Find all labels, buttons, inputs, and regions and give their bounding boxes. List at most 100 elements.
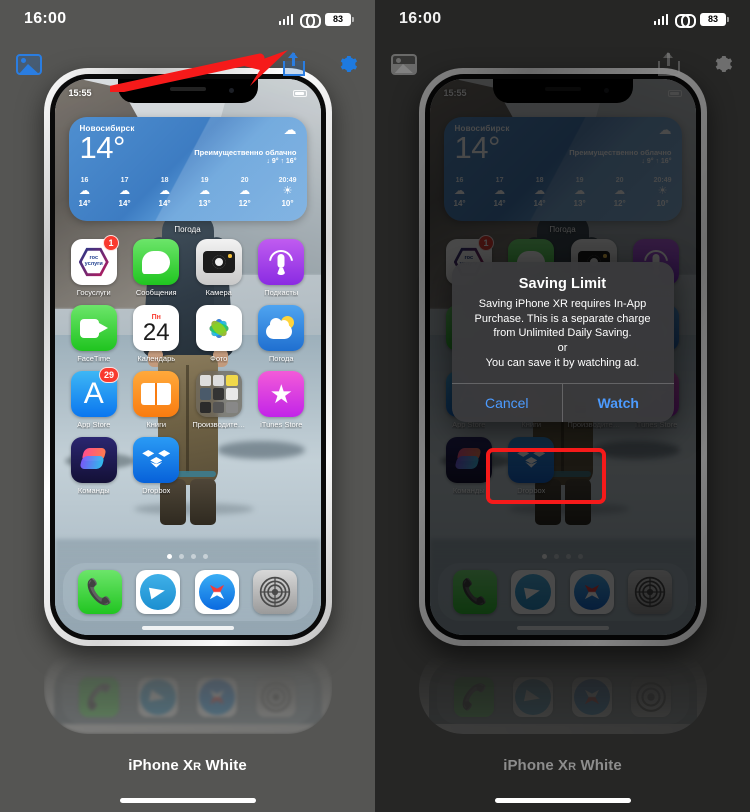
reflection-settings-icon <box>256 677 296 717</box>
dialog-message-line: You can save it by watching ad. <box>485 356 640 369</box>
phone-device-preview[interactable]: 15:55 Новосибирск 14° ☁ Преимущественно … <box>43 68 332 646</box>
hour-time: 20:49 <box>278 177 297 184</box>
podcasts-icon <box>258 239 305 285</box>
panel-left: 16:00 83 📞 15:55 Новосибирск 14° ☁ Преим… <box>0 0 375 812</box>
app-photos[interactable]: Фото <box>188 305 251 363</box>
calendar-icon: Пн 24 <box>133 305 180 351</box>
device-caption: iPhone XR White <box>0 757 375 774</box>
battery-icon: 83 <box>700 12 729 26</box>
app-messages[interactable]: Сообщения <box>125 239 188 297</box>
hour-time: 16 <box>80 177 89 184</box>
settings-gear-icon[interactable] <box>710 52 734 76</box>
app-folder-productivity[interactable]: Производите… <box>188 371 251 429</box>
battery-percent: 83 <box>707 13 718 24</box>
hour-time: 19 <box>200 177 209 184</box>
hour-icon: ☁ <box>239 185 251 197</box>
dialog-message: Saving iPhone XR requires In-App Purchas… <box>465 297 661 370</box>
status-time: 16:00 <box>399 10 442 27</box>
photo-library-icon[interactable] <box>391 53 417 75</box>
hour-cell: 16 ☁ 14° <box>79 177 91 208</box>
facetime-icon <box>70 305 117 351</box>
folder-icon <box>195 371 242 417</box>
safari-icon[interactable] <box>194 570 239 614</box>
device-status-bar: 16:00 83 <box>0 0 375 38</box>
itunes-store-icon: ★ <box>258 371 305 417</box>
weather-widget-label: Погода <box>174 225 201 234</box>
photos-icon <box>195 305 242 351</box>
books-icon <box>133 371 180 417</box>
app-itunes-store[interactable]: ★ iTunes Store <box>250 371 313 429</box>
weather-widget[interactable]: Новосибирск 14° ☁ Преимущественно облачн… <box>68 117 307 221</box>
caption-suffix: White <box>201 757 247 774</box>
app-calendar[interactable]: Пн 24 Календарь <box>125 305 188 363</box>
signal-bars-icon <box>278 13 293 25</box>
app-label: Госуслуги <box>76 288 111 297</box>
weather-hourly-row: 16 ☁ 14° 17 ☁ 14° 18 ☁ 14° 19 ☁ 13° 20 ☁… <box>69 177 307 214</box>
reflection-safari-icon <box>572 677 612 717</box>
hour-cell: 17 ☁ 14° <box>119 177 131 208</box>
phone-home-indicator <box>141 626 234 630</box>
telegram-icon[interactable] <box>136 570 181 614</box>
status-time: 16:00 <box>24 10 67 27</box>
dialog-message-line: Purchase. This is a separate charge <box>474 312 651 325</box>
system-home-indicator <box>119 798 256 803</box>
toolbar-right-group <box>658 52 734 76</box>
vpn-link-icon <box>675 13 696 28</box>
panel-right: 16:00 83 📞 15:55 Новосибирск 14° ☁ Преим… <box>375 0 750 812</box>
app-facetime[interactable]: FaceTime <box>63 305 126 363</box>
dialog-body: Saving Limit Saving iPhone XR requires I… <box>452 262 674 383</box>
app-app-store[interactable]: A 29 App Store <box>63 367 126 429</box>
app-books[interactable]: Книги <box>125 371 188 429</box>
battery-icon: 83 <box>325 12 354 26</box>
caption-text: iPhone X <box>128 757 194 774</box>
device-status-bar: 16:00 83 <box>375 0 750 38</box>
camera-icon <box>195 239 242 285</box>
hour-time: 17 <box>120 177 129 184</box>
caption-subscript: R <box>193 761 202 773</box>
app-camera[interactable]: Камера <box>188 239 251 297</box>
app-toolbar <box>375 44 750 84</box>
caption-suffix: White <box>576 757 622 774</box>
cancel-button[interactable]: Cancel <box>452 384 563 422</box>
app-gosuslugi[interactable]: госуслуги 1 Госуслуги <box>63 235 126 297</box>
hour-temp: 13° <box>198 199 211 208</box>
badge-count: 29 <box>98 367 119 383</box>
settings-icon[interactable] <box>253 570 298 614</box>
weather-condition: Преимущественно облачно <box>194 148 297 157</box>
battery-percent: 83 <box>332 13 343 24</box>
red-arrow-pointing-to-save-icon <box>110 50 288 92</box>
app-label: Погода <box>268 354 294 363</box>
watch-button[interactable]: Watch <box>562 384 674 423</box>
dialog-message-line: from Unlimited Daily Saving. <box>493 327 632 340</box>
app-podcasts[interactable]: Подкасты <box>250 239 313 297</box>
hour-time: 18 <box>160 177 169 184</box>
app-label: Dropbox <box>142 486 171 495</box>
phone-icon[interactable]: 📞 <box>77 570 122 614</box>
app-weather[interactable]: Погода <box>250 305 313 363</box>
app-label: Команды <box>77 486 110 495</box>
hour-icon: ☁ <box>159 185 171 197</box>
hour-icon: ☁ <box>79 185 91 197</box>
settings-gear-icon[interactable] <box>335 52 359 76</box>
app-label: Книги <box>146 420 167 429</box>
hour-temp: 12° <box>238 199 251 208</box>
app-label: Календарь <box>137 354 176 363</box>
hour-temp: 14° <box>158 199 171 208</box>
page-dots[interactable] <box>55 554 321 559</box>
app-shortcuts[interactable]: Команды <box>63 437 126 495</box>
hour-icon: ☀ <box>282 185 293 197</box>
hour-cell: 20 ☁ 12° <box>239 177 251 208</box>
dual-panel-screenshot: 16:00 83 📞 15:55 Новосибирск 14° ☁ Преим… <box>0 0 750 812</box>
save-upload-icon[interactable] <box>658 52 680 76</box>
dropbox-icon <box>133 437 180 483</box>
reflection-telegram-icon <box>513 677 553 717</box>
app-label: iTunes Store <box>260 420 303 429</box>
weather-range: ↓ 9° ↑ 16° <box>266 158 297 165</box>
photo-library-icon[interactable] <box>16 53 42 75</box>
dialog-message-line: or <box>557 341 568 354</box>
phone-reflection: 📞 <box>43 648 332 734</box>
reflection-phone-icon: 📞 <box>79 677 119 717</box>
caption-subscript: R <box>568 761 577 773</box>
app-dropbox[interactable]: Dropbox <box>125 437 188 495</box>
saving-limit-dialog: Saving Limit Saving iPhone XR requires I… <box>451 262 674 423</box>
